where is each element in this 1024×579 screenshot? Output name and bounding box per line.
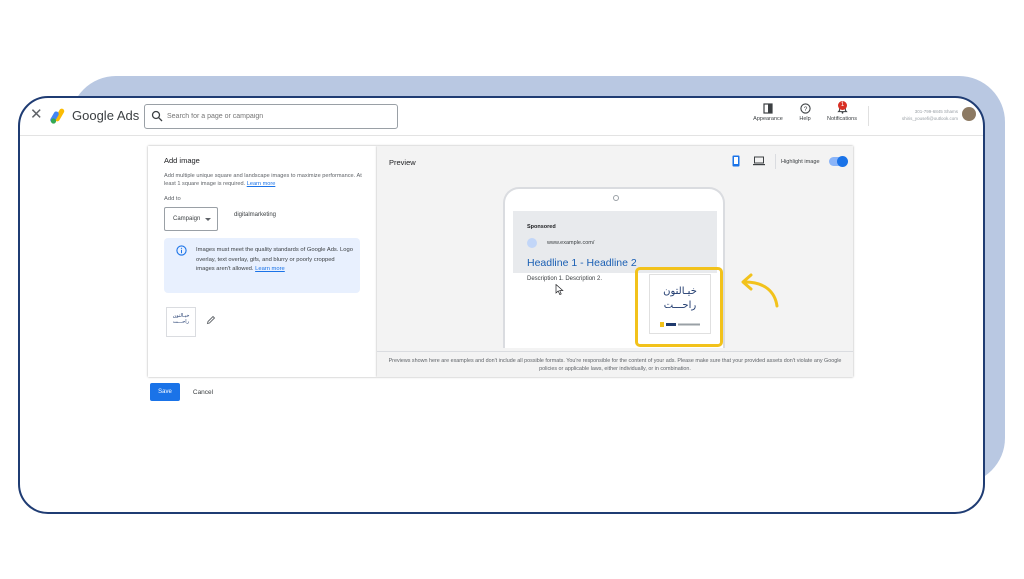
close-icon[interactable]: ✕ bbox=[30, 107, 43, 123]
ad-headline: Headline 1 - Headline 2 bbox=[527, 257, 637, 269]
notification-badge: 1 bbox=[838, 101, 847, 110]
highlight-image-label: Highlight image bbox=[781, 159, 820, 165]
image-thumbnail[interactable]: خيـالتون راحـــت bbox=[166, 307, 196, 337]
campaign-name: digitalmarketing bbox=[234, 212, 277, 218]
phone-camera bbox=[613, 195, 619, 201]
ad-url: www.example.com/ bbox=[547, 240, 595, 246]
add-image-panel: Add image Add multiple unique square and… bbox=[148, 146, 377, 377]
add-image-title: Add image bbox=[164, 156, 200, 165]
header-divider bbox=[868, 106, 869, 126]
globe-icon bbox=[527, 238, 537, 248]
account-info[interactable]: 301-799-6845 Shams shiris_yousefi@outloo… bbox=[872, 108, 958, 122]
preview-separator bbox=[775, 154, 776, 169]
level-select-value: Campaign bbox=[173, 216, 201, 222]
mobile-icon[interactable] bbox=[732, 155, 740, 167]
info-text: Images must meet the quality standards o… bbox=[196, 246, 354, 275]
avatar[interactable] bbox=[962, 107, 976, 121]
appearance-label: Appearance bbox=[753, 116, 783, 122]
search-icon bbox=[151, 110, 163, 122]
google-ads-logo-icon bbox=[50, 108, 65, 124]
help-button[interactable]: ? Help bbox=[794, 103, 816, 122]
app-window: ✕ Google Ads Appearance bbox=[18, 96, 985, 514]
level-select[interactable]: Campaign bbox=[164, 207, 218, 231]
info-learn-more-link[interactable]: Learn more bbox=[255, 266, 285, 272]
thumbnail-text: خيـالتون راحـــت bbox=[172, 313, 190, 325]
cancel-button[interactable]: Cancel bbox=[186, 383, 220, 401]
toggle-knob bbox=[837, 156, 848, 167]
preview-panel: Preview Highlight image Sponsored www.ex… bbox=[377, 146, 853, 377]
curved-arrow-icon bbox=[741, 273, 779, 308]
search-input[interactable] bbox=[167, 105, 392, 128]
highlight-image-toggle[interactable] bbox=[829, 156, 848, 167]
stage: ✕ Google Ads Appearance bbox=[0, 0, 1024, 579]
quality-info-banner: Images must meet the quality standards o… bbox=[164, 238, 360, 293]
appearance-icon bbox=[763, 103, 773, 114]
desktop-icon[interactable] bbox=[753, 156, 765, 166]
preview-title: Preview bbox=[389, 158, 416, 167]
svg-text:?: ? bbox=[803, 106, 807, 113]
appearance-button[interactable]: Appearance bbox=[748, 103, 788, 122]
add-image-description: Add multiple unique square and landscape… bbox=[164, 172, 364, 188]
account-phone: 301-799-6845 Shams bbox=[914, 109, 958, 114]
search-box[interactable] bbox=[144, 104, 398, 129]
brand-name: Google Ads bbox=[72, 108, 140, 123]
mouse-cursor-icon bbox=[555, 284, 564, 295]
notifications-label: Notifications bbox=[827, 116, 857, 122]
help-icon: ? bbox=[799, 103, 811, 114]
add-to-label: Add to bbox=[164, 196, 181, 202]
save-button[interactable]: Save bbox=[150, 383, 180, 401]
help-label: Help bbox=[799, 116, 811, 122]
edit-pencil-icon[interactable] bbox=[206, 315, 216, 325]
info-icon bbox=[176, 245, 187, 256]
top-bar: ✕ Google Ads Appearance bbox=[20, 98, 983, 136]
notifications-button[interactable]: 1 Notifications bbox=[822, 101, 862, 122]
chevron-down-icon bbox=[205, 218, 211, 221]
ad-description: Description 1. Description 2. bbox=[527, 276, 603, 282]
preview-disclaimer: Previews shown here are examples and don… bbox=[377, 351, 853, 377]
learn-more-link[interactable]: Learn more bbox=[247, 181, 276, 187]
account-email: shiris_yousefi@outlook.com bbox=[901, 116, 958, 121]
sponsored-label: Sponsored bbox=[527, 224, 556, 230]
highlight-annotation-box bbox=[635, 267, 723, 347]
